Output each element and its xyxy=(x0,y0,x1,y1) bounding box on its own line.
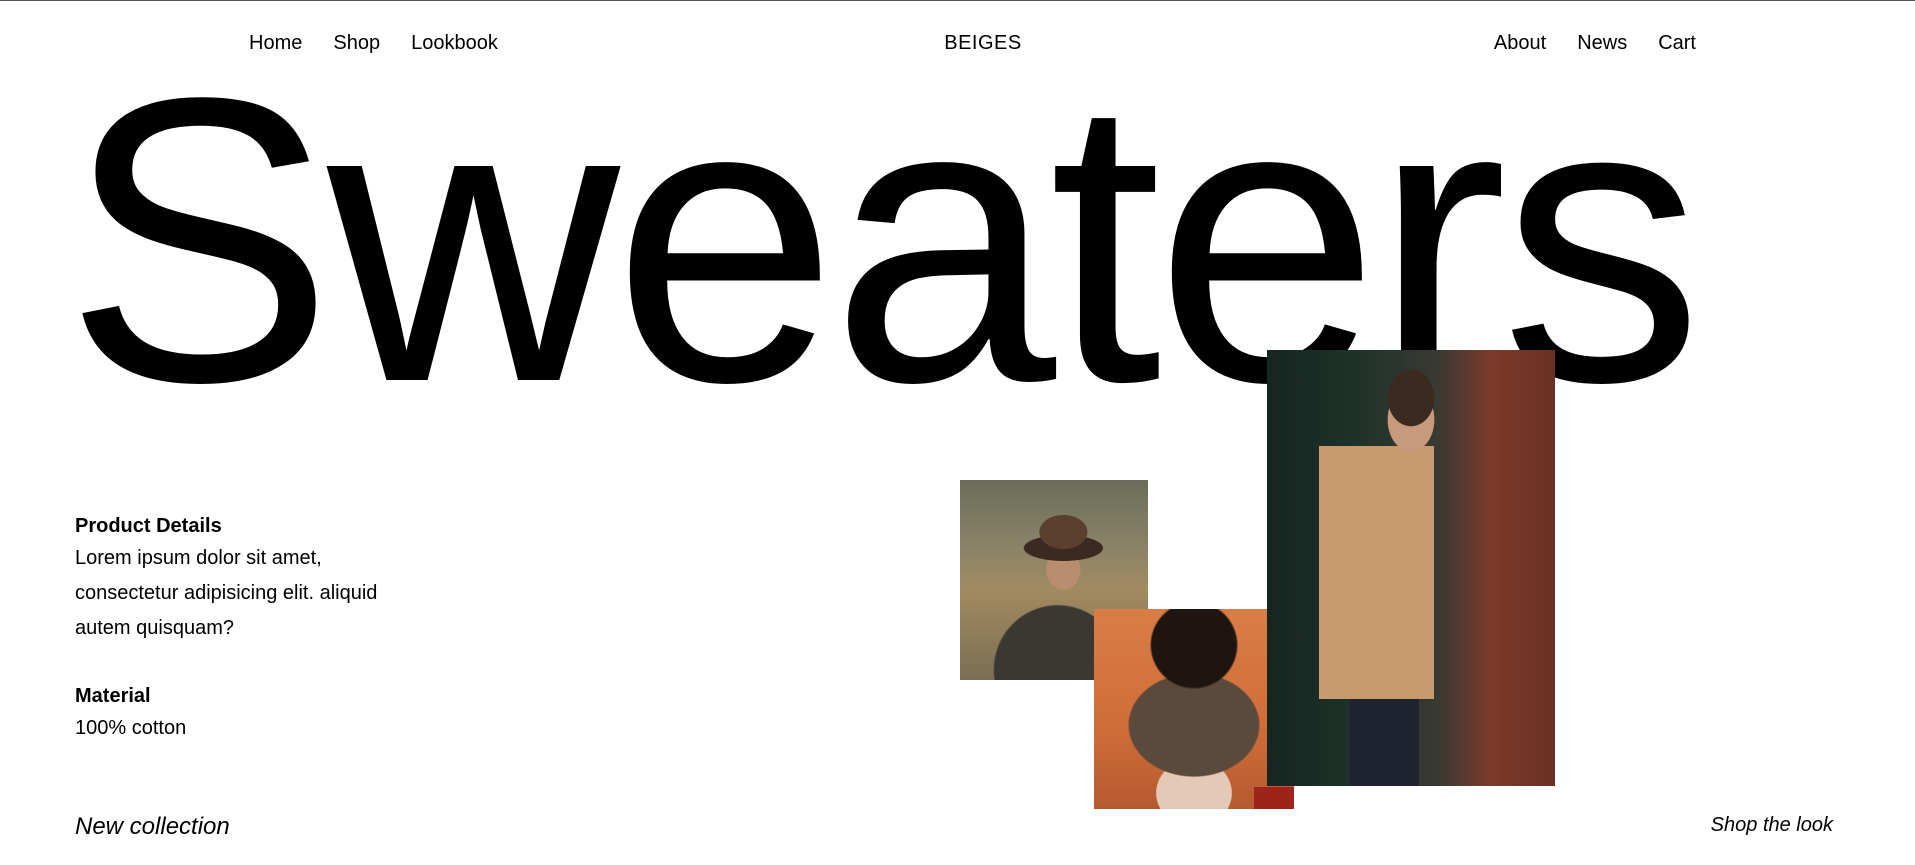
shop-the-look-link[interactable]: Shop the look xyxy=(1711,814,1833,837)
product-details-text: Lorem ipsum dolor sit amet, consectetur … xyxy=(75,547,378,639)
page: Home Shop Lookbook BEIGES About News Car… xyxy=(0,0,1915,865)
woman-in-cardigan-photo xyxy=(1094,609,1294,809)
man-in-camel-coat-photo xyxy=(1267,350,1555,786)
new-collection-label: New collection xyxy=(75,813,230,840)
material-heading: Material xyxy=(75,685,151,707)
material-block: Material 100% cotton xyxy=(75,681,405,746)
material-text: 100% cotton xyxy=(75,717,187,739)
product-details: Product Details Lorem ipsum dolor sit am… xyxy=(75,511,405,746)
product-details-heading: Product Details xyxy=(75,515,222,537)
product-details-block: Product Details Lorem ipsum dolor sit am… xyxy=(75,511,405,646)
